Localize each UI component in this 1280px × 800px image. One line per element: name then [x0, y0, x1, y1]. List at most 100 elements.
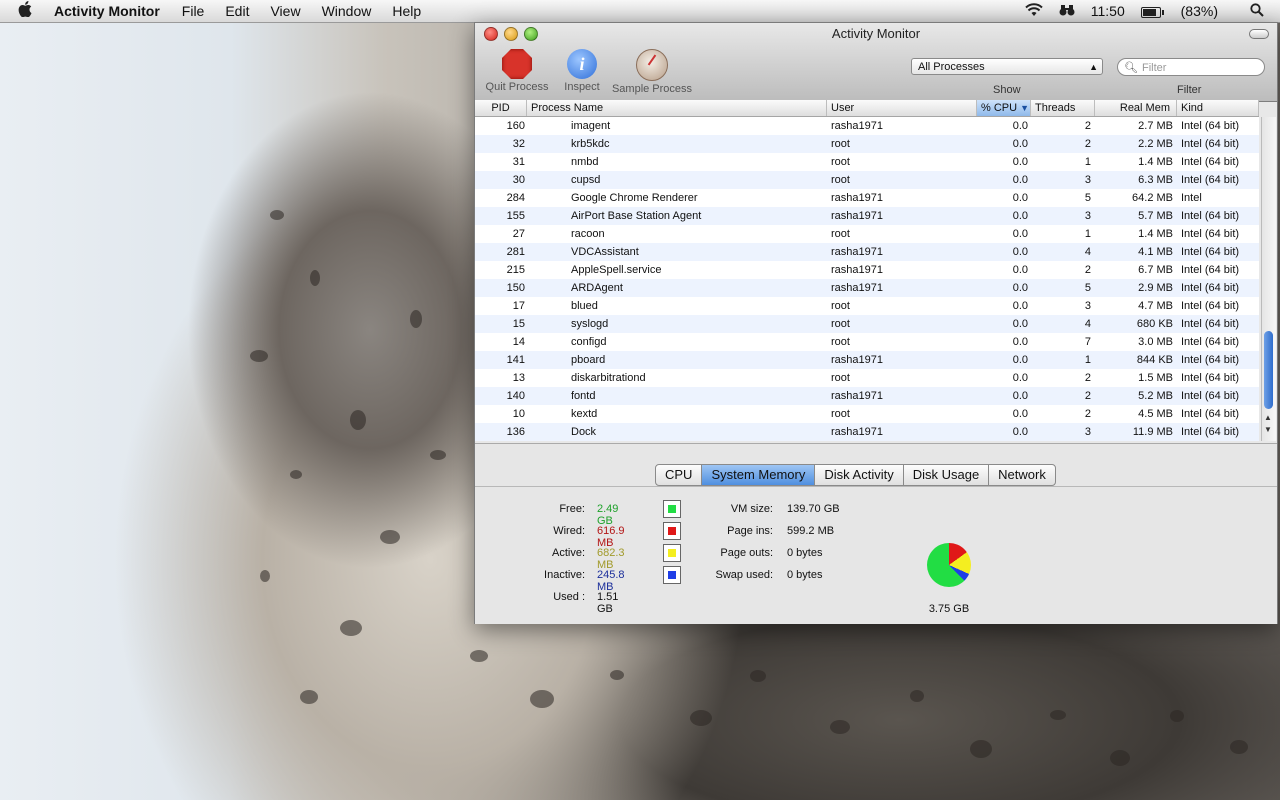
cell-cpu: 0.0	[1012, 138, 1028, 150]
cell-cpu: 0.0	[1012, 264, 1028, 276]
column-cpu-label: % CPU	[981, 102, 1018, 114]
cell-threads: 1	[1084, 354, 1091, 366]
cell-threads: 7	[1084, 336, 1091, 348]
cell-user: root	[831, 228, 850, 240]
cell-kind: Intel (64 bit)	[1181, 318, 1240, 330]
table-row[interactable]: 27 racoon root 0.0 1 1.4 MB Intel (64 bit)	[475, 225, 1259, 243]
column-real-mem[interactable]: Real Mem	[1095, 100, 1177, 116]
tab-cpu[interactable]: CPU	[656, 465, 703, 485]
memory-wired-color-well[interactable]	[663, 522, 681, 540]
cell-pid: 15	[512, 318, 525, 330]
app-menu[interactable]: Activity Monitor	[54, 3, 160, 19]
cell-user: root	[831, 174, 850, 186]
wifi-icon[interactable]	[1025, 2, 1043, 20]
table-row[interactable]: 215 AppleSpell.service rasha1971 0.0 2 6.7 MB…	[475, 261, 1259, 279]
show-processes-select[interactable]: All Processes ▲	[911, 58, 1103, 75]
column-pid[interactable]: PID	[475, 100, 527, 116]
cell-pid: 10	[512, 408, 525, 420]
cell-real-mem: 11.9 MB	[1132, 426, 1173, 438]
scroll-up-arrow-icon[interactable]: ▲	[1264, 413, 1272, 422]
sample-process-button[interactable]: Sample Process	[609, 49, 695, 95]
window-titlebar: Activity Monitor Quit Process i Inspect …	[475, 23, 1277, 102]
table-row[interactable]: 140 fontd rasha1971 0.0 2 5.2 MB Intel (64 bit…	[475, 387, 1259, 405]
column-user[interactable]: User	[827, 100, 977, 116]
cell-threads: 3	[1084, 210, 1091, 222]
cell-cpu: 0.0	[1012, 300, 1028, 312]
table-row[interactable]: 141 pboard rasha1971 0.0 1 844 KB Intel (64 bi…	[475, 351, 1259, 369]
table-row[interactable]: 13 diskarbitrationd root 0.0 2 1.5 MB Intel (6…	[475, 369, 1259, 387]
memory-free-color-well[interactable]	[663, 500, 681, 518]
tab-disk-activity[interactable]: Disk Activity	[815, 465, 904, 485]
cell-process-name: blued	[571, 300, 598, 312]
table-row[interactable]: 150 ARDAgent rasha1971 0.0 5 2.9 MB Intel (64 …	[475, 279, 1259, 297]
quit-process-button[interactable]: Quit Process	[483, 49, 551, 93]
scroll-down-arrow-icon[interactable]: ▼	[1264, 425, 1272, 434]
tab-disk-usage[interactable]: Disk Usage	[904, 465, 990, 485]
scrollbar-thumb[interactable]	[1264, 331, 1273, 409]
cell-process-name: ARDAgent	[571, 282, 623, 294]
cell-pid: 150	[506, 282, 525, 294]
table-row[interactable]: 17 blued root 0.0 3 4.7 MB Intel (64 bit)	[475, 297, 1259, 315]
cell-cpu: 0.0	[1012, 318, 1028, 330]
filter-search-input[interactable]: 🔍︎ Filter	[1117, 58, 1265, 76]
table-vertical-scrollbar[interactable]: ▲ ▼	[1261, 117, 1276, 441]
menubar-clock[interactable]: 11:50	[1091, 3, 1125, 19]
toolbar-toggle-button[interactable]	[1249, 29, 1269, 39]
cell-threads: 3	[1084, 300, 1091, 312]
table-row[interactable]: 281 VDCAssistant rasha1971 0.0 4 4.1 MB Intel …	[475, 243, 1259, 261]
cell-kind: Intel (64 bit)	[1181, 426, 1240, 438]
table-row[interactable]: 160 imagent rasha1971 0.0 2 2.7 MB Intel (64 b…	[475, 117, 1259, 135]
memory-inactive-color-well[interactable]	[663, 566, 681, 584]
table-row[interactable]: 155 AirPort Base Station Agent rasha1971 0.…	[475, 207, 1259, 225]
menu-view[interactable]: View	[270, 3, 300, 19]
inspect-button[interactable]: i Inspect	[559, 49, 605, 93]
table-row[interactable]: 30 cupsd root 0.0 3 6.3 MB Intel (64 bit)	[475, 171, 1259, 189]
table-row[interactable]: 136 Dock rasha1971 0.0 3 11.9 MB Intel (64 bit…	[475, 423, 1259, 441]
cell-kind: Intel (64 bit)	[1181, 408, 1240, 420]
cell-real-mem: 4.7 MB	[1138, 300, 1173, 312]
page-outs-label: Page outs:	[720, 547, 773, 559]
cell-user: root	[831, 318, 850, 330]
table-row[interactable]: 15 syslogd root 0.0 4 680 KB Intel (64 bit)	[475, 315, 1259, 333]
cell-pid: 31	[512, 156, 525, 168]
memory-inactive-value: 245.8 MB	[597, 569, 625, 593]
column-kind[interactable]: Kind	[1177, 100, 1259, 116]
binoculars-icon[interactable]	[1059, 3, 1075, 19]
menu-file[interactable]: File	[182, 3, 205, 19]
memory-active-label: Active:	[551, 547, 585, 559]
cell-cpu: 0.0	[1012, 426, 1028, 438]
table-row[interactable]: 14 configd root 0.0 7 3.0 MB Intel (64 bit)	[475, 333, 1259, 351]
cell-user: rasha1971	[831, 426, 883, 438]
memory-wired-value: 616.9 MB	[597, 525, 625, 549]
show-processes-value: All Processes	[918, 61, 985, 73]
menu-window[interactable]: Window	[322, 3, 372, 19]
cell-kind: Intel (64 bit)	[1181, 282, 1240, 294]
page-outs-value: 0 bytes	[787, 547, 823, 559]
menu-edit[interactable]: Edit	[225, 3, 249, 19]
tab-network[interactable]: Network	[989, 465, 1055, 485]
tab-system-memory[interactable]: System Memory	[702, 465, 816, 485]
menu-bar: Activity Monitor File Edit View Window H…	[0, 0, 1280, 23]
cell-pid: 17	[512, 300, 525, 312]
spotlight-search-icon[interactable]	[1250, 2, 1264, 20]
battery-icon	[1140, 6, 1164, 18]
cell-user: rasha1971	[831, 192, 883, 204]
memory-used-label: Used :	[553, 591, 585, 603]
table-row[interactable]: 32 krb5kdc root 0.0 2 2.2 MB Intel (64 bit)	[475, 135, 1259, 153]
cell-process-name: nmbd	[571, 156, 599, 168]
apple-menu-icon[interactable]	[18, 0, 38, 22]
cell-user: root	[831, 372, 850, 384]
table-row[interactable]: 10 kextd root 0.0 2 4.5 MB Intel (64 bit)	[475, 405, 1259, 423]
table-row[interactable]: 284 Google Chrome Renderer rasha1971 0.0 5 64…	[475, 189, 1259, 207]
column-threads[interactable]: Threads	[1031, 100, 1095, 116]
column-process-name[interactable]: Process Name	[527, 100, 827, 116]
cell-real-mem: 844 KB	[1136, 354, 1173, 366]
cell-process-name: fontd	[571, 390, 596, 402]
battery-status[interactable]: (83%)	[1140, 3, 1234, 19]
table-row[interactable]: 31 nmbd root 0.0 1 1.4 MB Intel (64 bit)	[475, 153, 1259, 171]
cell-threads: 3	[1084, 426, 1091, 438]
memory-active-color-well[interactable]	[663, 544, 681, 562]
menu-help[interactable]: Help	[392, 3, 421, 19]
cell-user: root	[831, 408, 850, 420]
column-cpu[interactable]: % CPU ▼	[977, 100, 1031, 116]
